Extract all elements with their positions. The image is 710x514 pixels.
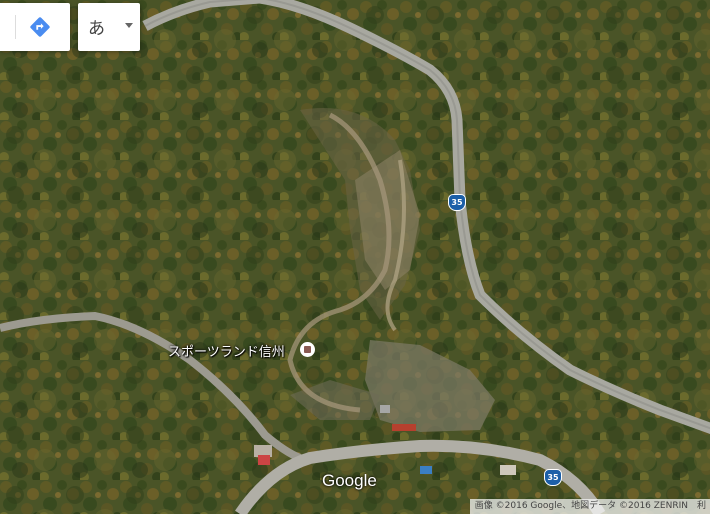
place-label[interactable]: スポーツランド信州	[168, 341, 285, 360]
map-attribution[interactable]: 画像 ©2016 Google、地図データ ©2016 ZENRIN 利	[469, 499, 710, 514]
input-method-selector[interactable]: あ	[78, 3, 140, 51]
caret-down-icon	[125, 23, 133, 28]
search-box[interactable]	[0, 3, 70, 51]
ime-label: あ	[88, 19, 105, 39]
satellite-map[interactable]	[0, 0, 710, 514]
directions-button[interactable]	[28, 15, 52, 39]
route-shield: 35	[448, 194, 466, 211]
map-toolbar: あ	[0, 3, 140, 51]
google-logo: Google	[322, 471, 377, 490]
directions-icon	[30, 17, 50, 37]
route-shield: 35	[544, 469, 562, 486]
place-marker-icon[interactable]	[300, 342, 315, 357]
search-separator	[15, 15, 16, 39]
